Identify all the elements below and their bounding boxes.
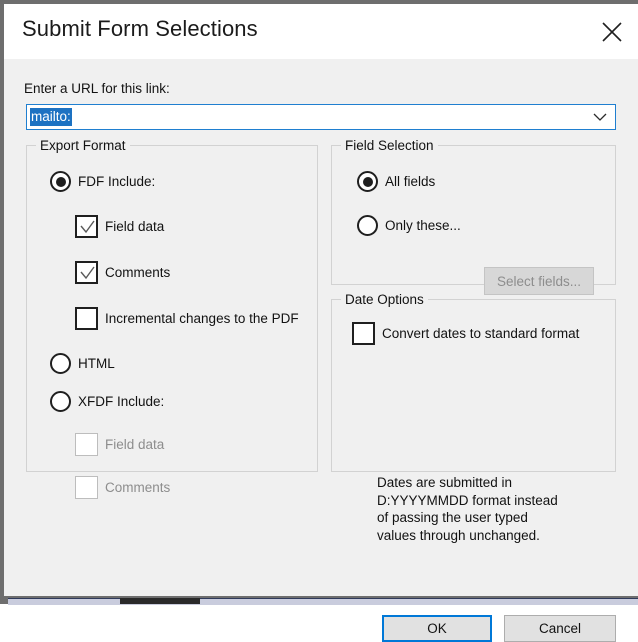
radio-indicator: [357, 171, 378, 192]
url-combobox[interactable]: mailto:: [26, 104, 616, 130]
checkbox-xfdf-field-data[interactable]: Field data: [75, 433, 164, 456]
radio-all-fields[interactable]: All fields: [357, 171, 435, 192]
field-selection-group: Field Selection All fields Only these...: [331, 138, 616, 285]
dialog-body: Enter a URL for this link: mailto: Expor…: [4, 59, 638, 642]
checkbox-fdf-incremental-label: Incremental changes to the PDF: [105, 311, 299, 326]
close-icon: [600, 20, 624, 44]
radio-xfdf-label: XFDF Include:: [78, 394, 165, 409]
date-options-group: Date Options Convert dates to standard f…: [331, 292, 616, 472]
radio-indicator: [50, 391, 71, 412]
cancel-button[interactable]: Cancel: [504, 615, 616, 642]
field-selection-title: Field Selection: [341, 138, 438, 153]
select-fields-button-label: Select fields...: [496, 273, 582, 289]
export-format-title: Export Format: [36, 138, 130, 153]
checkbox-xfdf-comments[interactable]: Comments: [75, 476, 170, 499]
ok-button[interactable]: OK: [382, 615, 492, 642]
radio-fdf-label: FDF Include:: [78, 174, 156, 189]
radio-indicator: [50, 171, 71, 192]
background-window-titlebar: [120, 598, 200, 604]
checkbox-xfdf-field-data-label: Field data: [105, 437, 165, 452]
submit-form-selections-dialog: Submit Form Selections Enter a URL for t…: [0, 0, 638, 642]
export-format-group: Export Format FDF Include: Field data Co…: [26, 138, 318, 499]
url-label: Enter a URL for this link:: [24, 81, 170, 96]
checkbox-fdf-comments[interactable]: Comments: [75, 261, 170, 284]
checkbox-indicator: [75, 215, 98, 238]
checkbox-fdf-field-data[interactable]: Field data: [75, 215, 164, 238]
checkbox-indicator: [75, 261, 98, 284]
ok-button-label: OK: [427, 621, 447, 636]
radio-all-fields-label: All fields: [385, 174, 436, 189]
select-fields-button[interactable]: Select fields...: [484, 267, 594, 295]
url-input[interactable]: mailto:: [30, 108, 72, 126]
checkbox-convert-dates-label: Convert dates to standard format: [382, 326, 580, 341]
close-button[interactable]: [586, 4, 638, 59]
checkbox-fdf-incremental[interactable]: Incremental changes to the PDF: [75, 307, 299, 330]
radio-indicator: [357, 215, 378, 236]
checkbox-fdf-comments-label: Comments: [105, 265, 171, 280]
checkbox-indicator: [75, 476, 98, 499]
checkbox-convert-dates[interactable]: Convert dates to standard format: [352, 322, 579, 345]
radio-only-these-label: Only these...: [385, 218, 461, 233]
checkbox-indicator: [352, 322, 375, 345]
checkbox-indicator: [75, 307, 98, 330]
radio-html-label: HTML: [78, 356, 115, 371]
checkbox-fdf-field-data-label: Field data: [105, 219, 165, 234]
dialog-titlebar: Submit Form Selections: [4, 4, 638, 59]
chevron-down-icon[interactable]: [585, 105, 615, 129]
date-options-title: Date Options: [341, 292, 428, 307]
radio-fdf[interactable]: FDF Include:: [50, 171, 155, 192]
radio-only-these[interactable]: Only these...: [357, 215, 461, 236]
radio-html[interactable]: HTML: [50, 353, 115, 374]
checkbox-xfdf-comments-label: Comments: [105, 480, 171, 495]
radio-xfdf[interactable]: XFDF Include:: [50, 391, 164, 412]
date-options-description: Dates are submitted in D:YYYYMMDD format…: [377, 475, 558, 543]
cancel-button-label: Cancel: [538, 621, 582, 636]
radio-indicator: [50, 353, 71, 374]
checkbox-indicator: [75, 433, 98, 456]
dialog-title: Submit Form Selections: [22, 16, 258, 41]
